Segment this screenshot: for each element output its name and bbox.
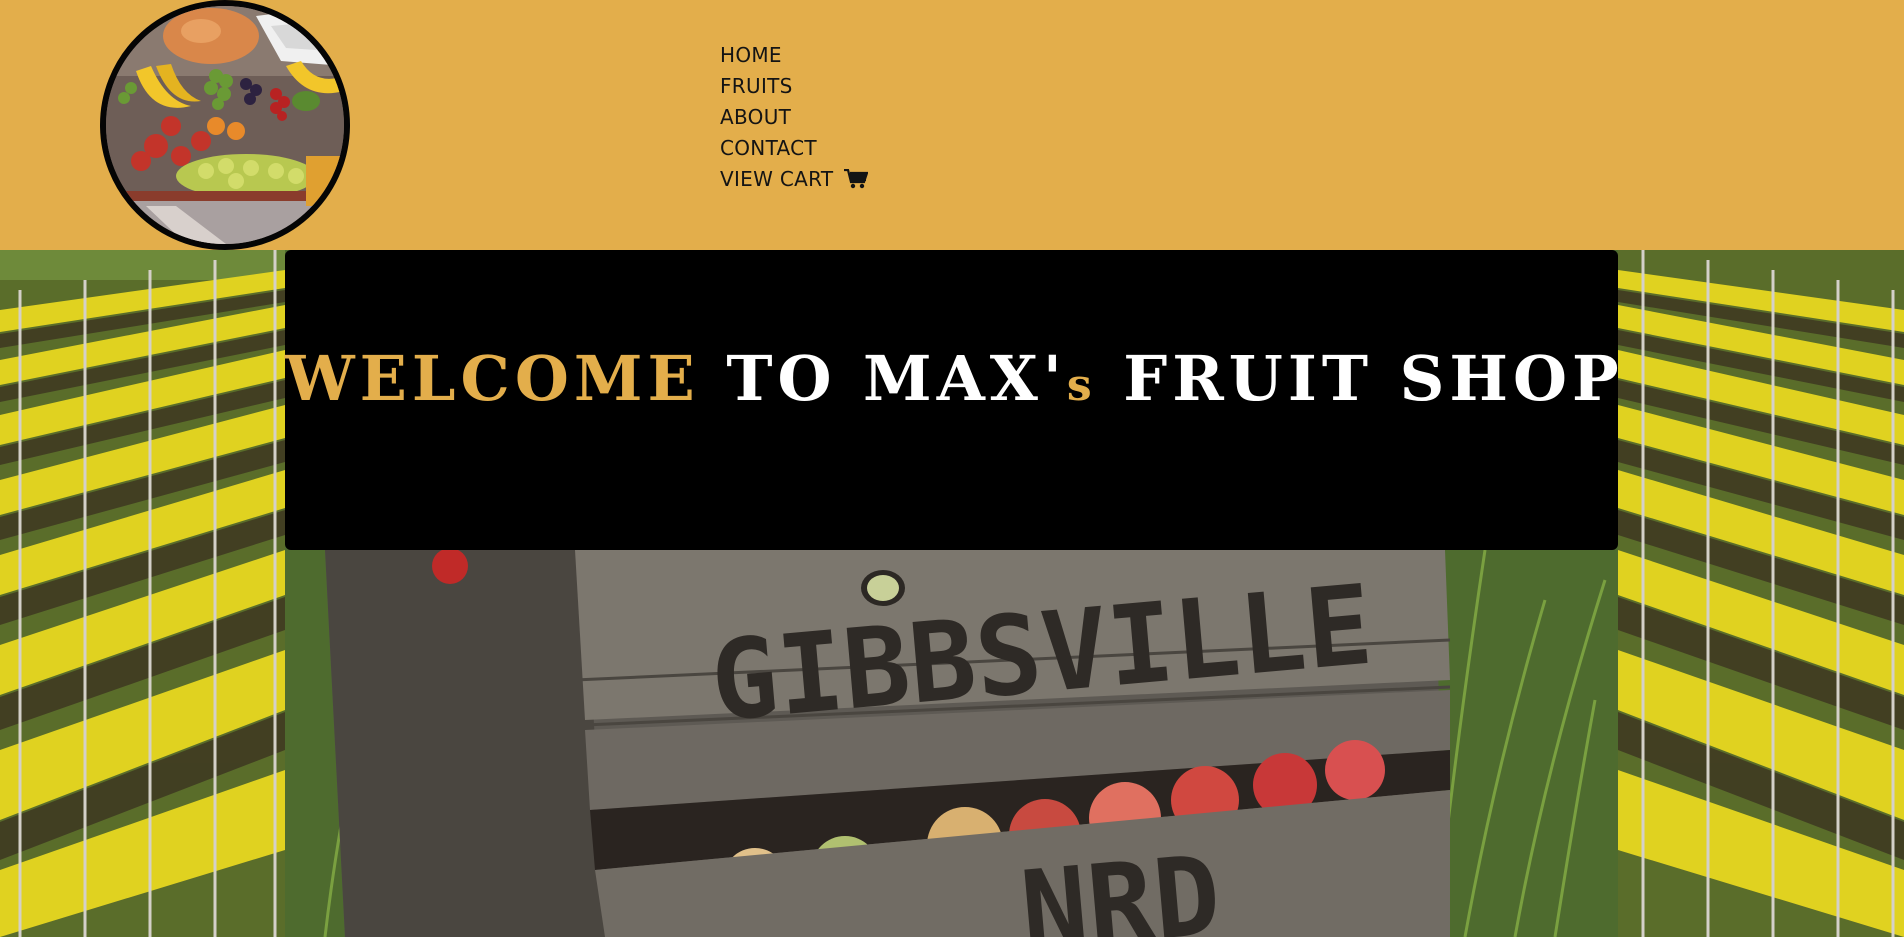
nav-fruits-label: FRUITS (720, 74, 793, 98)
vineyard-background-left (0, 250, 285, 937)
to-max-word: TO MAX' (726, 342, 1067, 415)
nav-contact-label: CONTACT (720, 136, 817, 160)
nav-about-link[interactable]: ABOUT (720, 102, 868, 133)
welcome-banner: WELCOME TO MAX's FRUIT SHOP (285, 250, 1619, 550)
crate-stencil-bottom: NRD (1016, 831, 1225, 937)
site-header: HOME FRUITS ABOUT CONTACT VIEW CART (0, 0, 1904, 250)
fruit-shop-word: FRUIT SHOP (1123, 342, 1624, 415)
fruit-stand-logo[interactable] (100, 0, 350, 250)
nav-contact-link[interactable]: CONTACT (720, 133, 868, 164)
welcome-title: WELCOME TO MAX's FRUIT SHOP (285, 342, 1619, 415)
nav-home-label: HOME (720, 43, 782, 67)
possessive-s: s (1066, 360, 1097, 411)
nav-about-label: ABOUT (720, 105, 792, 129)
nav-view-cart-label: VIEW CART (720, 167, 834, 191)
welcome-word: WELCOME (285, 342, 700, 415)
nav-fruits-link[interactable]: FRUITS (720, 71, 868, 102)
nav-home-link[interactable]: HOME (720, 40, 868, 71)
main-nav: HOME FRUITS ABOUT CONTACT VIEW CART (720, 40, 869, 198)
nav-view-cart-link[interactable]: VIEW CART (720, 164, 869, 198)
vineyard-background-right (1618, 250, 1904, 937)
shopping-cart-icon (844, 167, 869, 198)
